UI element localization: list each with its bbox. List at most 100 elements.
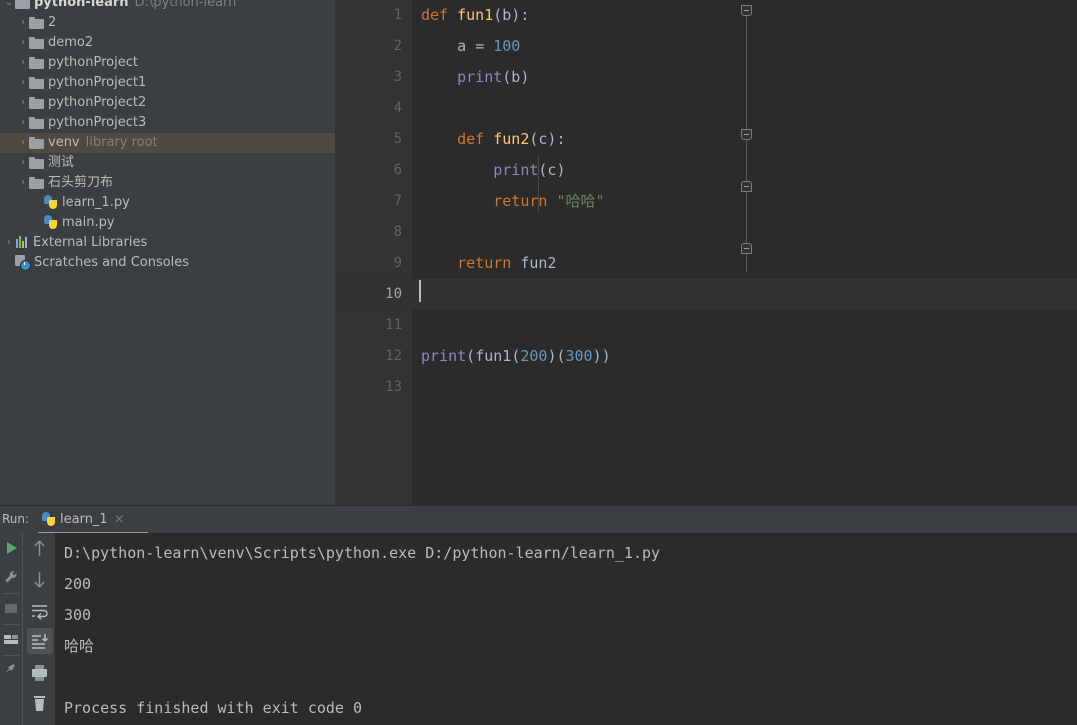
run-tool-window[interactable]: Run: learn_1 × D:\python-learn\venv\Scri… [0,505,1077,725]
code-editor[interactable]: 1 2 3 4 5 6 7 8 9 10 11 12 13 def fun1(b): a = 100 p… [335,0,1077,505]
code-line-10[interactable] [412,279,1077,310]
console-line: 哈哈 [64,637,95,655]
tree-item-2[interactable]: › 2 [0,13,335,33]
fold-toggle-icon[interactable] [741,181,752,192]
tree-item-external-libraries[interactable]: › External Libraries [0,233,335,253]
folder-icon [29,177,44,189]
code-token: fun2 [511,254,557,272]
line-number: 3 [393,69,402,85]
chevron-right-icon[interactable]: › [17,53,29,73]
run-tab-learn-1[interactable]: learn_1 × [38,506,129,534]
code-token: print [493,161,539,179]
chevron-right-icon[interactable]: › [17,73,29,93]
folder-icon [29,57,44,69]
tree-item-label: main.py [62,215,115,230]
code-line-2[interactable]: a = 100 [412,31,1077,62]
editor-gutter[interactable]: 1 2 3 4 5 6 7 8 9 10 11 12 13 [335,0,412,505]
trash-icon [34,696,45,711]
code-line-12[interactable]: print(fun1(200)(300)) [412,341,1077,372]
tree-item-label: 石头剪刀布 [48,175,114,190]
tree-item-scratches-and-consoles[interactable]: Scratches and Consoles [0,253,335,273]
layout-settings-button[interactable] [0,625,22,655]
tree-item-venv[interactable]: › venv library root [0,133,335,153]
tree-item-main-py[interactable]: main.py [0,213,335,233]
tree-item-python-learn[interactable]: ⌄ python-learn D:\python-learn [0,0,335,13]
chevron-right-icon[interactable]: › [17,93,29,113]
tree-item-sublabel: D:\python-learn [134,0,237,10]
fold-toggle-icon[interactable] [741,5,752,16]
run-actions-toolbar[interactable] [0,533,22,725]
code-token: def [421,6,449,24]
line-number: 6 [393,162,402,178]
code-token: 100 [493,37,521,55]
chevron-right-icon[interactable]: › [17,173,29,193]
line-number: 5 [393,131,402,147]
tree-item-pythonproject3[interactable]: › pythonProject3 [0,113,335,133]
stop-button[interactable] [0,594,22,624]
project-tool-window[interactable]: ⌄ python-learn D:\python-learn › 2 › demo2 › pyt… [0,0,335,505]
code-token: (c) [538,161,566,179]
tree-item-pythonproject1[interactable]: › pythonProject1 [0,73,335,93]
chevron-right-icon[interactable]: › [17,113,29,133]
tree-item-learn-1-py[interactable]: learn_1.py [0,193,335,213]
text-caret [419,280,421,302]
soft-wrap-button[interactable] [23,595,56,626]
print-button[interactable] [23,657,56,688]
scroll-to-end-button[interactable] [23,626,56,657]
play-icon [7,542,17,554]
arrow-up-icon [34,540,45,556]
code-token: "哈哈" [556,192,605,210]
line-number: 8 [393,224,402,240]
chevron-right-icon[interactable]: › [17,153,29,173]
fold-toggle-icon[interactable] [741,243,752,254]
line-number: 2 [393,38,402,54]
clear-all-button[interactable] [23,688,56,719]
code-line-13[interactable] [412,372,1077,403]
tree-item-label: 测试 [48,155,75,170]
chevron-right-icon[interactable]: › [3,233,15,253]
folder-icon [29,77,44,89]
tree-item-pythonproject2[interactable]: › pythonProject2 [0,93,335,113]
console-actions-toolbar[interactable] [22,533,56,725]
pin-icon [5,664,15,674]
down-the-stack-trace-button[interactable] [23,564,56,595]
code-token: (b) [502,68,530,86]
console-line: 200 [64,575,92,593]
console-output[interactable]: D:\python-learn\venv\Scripts\python.exe … [55,533,1077,725]
rerun-button[interactable] [0,533,22,563]
chevron-right-icon[interactable]: › [17,13,29,33]
code-token: return [457,254,512,272]
code-line-4[interactable] [412,93,1077,124]
tree-item-demo2[interactable]: › demo2 [0,33,335,53]
tree-item-shitoujiandaobu[interactable]: › 石头剪刀布 [0,173,335,193]
folder-icon [29,137,44,149]
line-number: 13 [385,379,402,395]
console-line: 300 [64,606,92,624]
python-file-icon [44,215,58,229]
code-token: return [493,192,548,210]
scroll-to-end-icon [32,634,49,649]
code-line-11[interactable] [412,310,1077,341]
code-token: )( [547,347,566,365]
tree-item-pythonproject[interactable]: › pythonProject [0,53,335,73]
chevron-down-icon[interactable]: ⌄ [3,0,15,13]
line-number: 9 [393,255,402,271]
fold-toggle-icon[interactable] [741,129,752,140]
up-the-stack-trace-button[interactable] [23,533,56,564]
tree-item-label: learn_1.py [62,195,130,210]
close-icon[interactable]: × [114,512,125,527]
pin-tab-button[interactable] [0,656,22,686]
code-line-3[interactable]: print(b) [412,62,1077,93]
tree-item-ceshi[interactable]: › 测试 [0,153,335,173]
chevron-right-icon[interactable]: › [17,33,29,53]
edit-configurations-button[interactable] [0,563,22,593]
indent-guide [538,155,539,212]
code-token: fun1 [475,347,512,365]
chevron-right-icon[interactable]: › [17,133,29,153]
tree-item-label: pythonProject1 [48,75,147,90]
